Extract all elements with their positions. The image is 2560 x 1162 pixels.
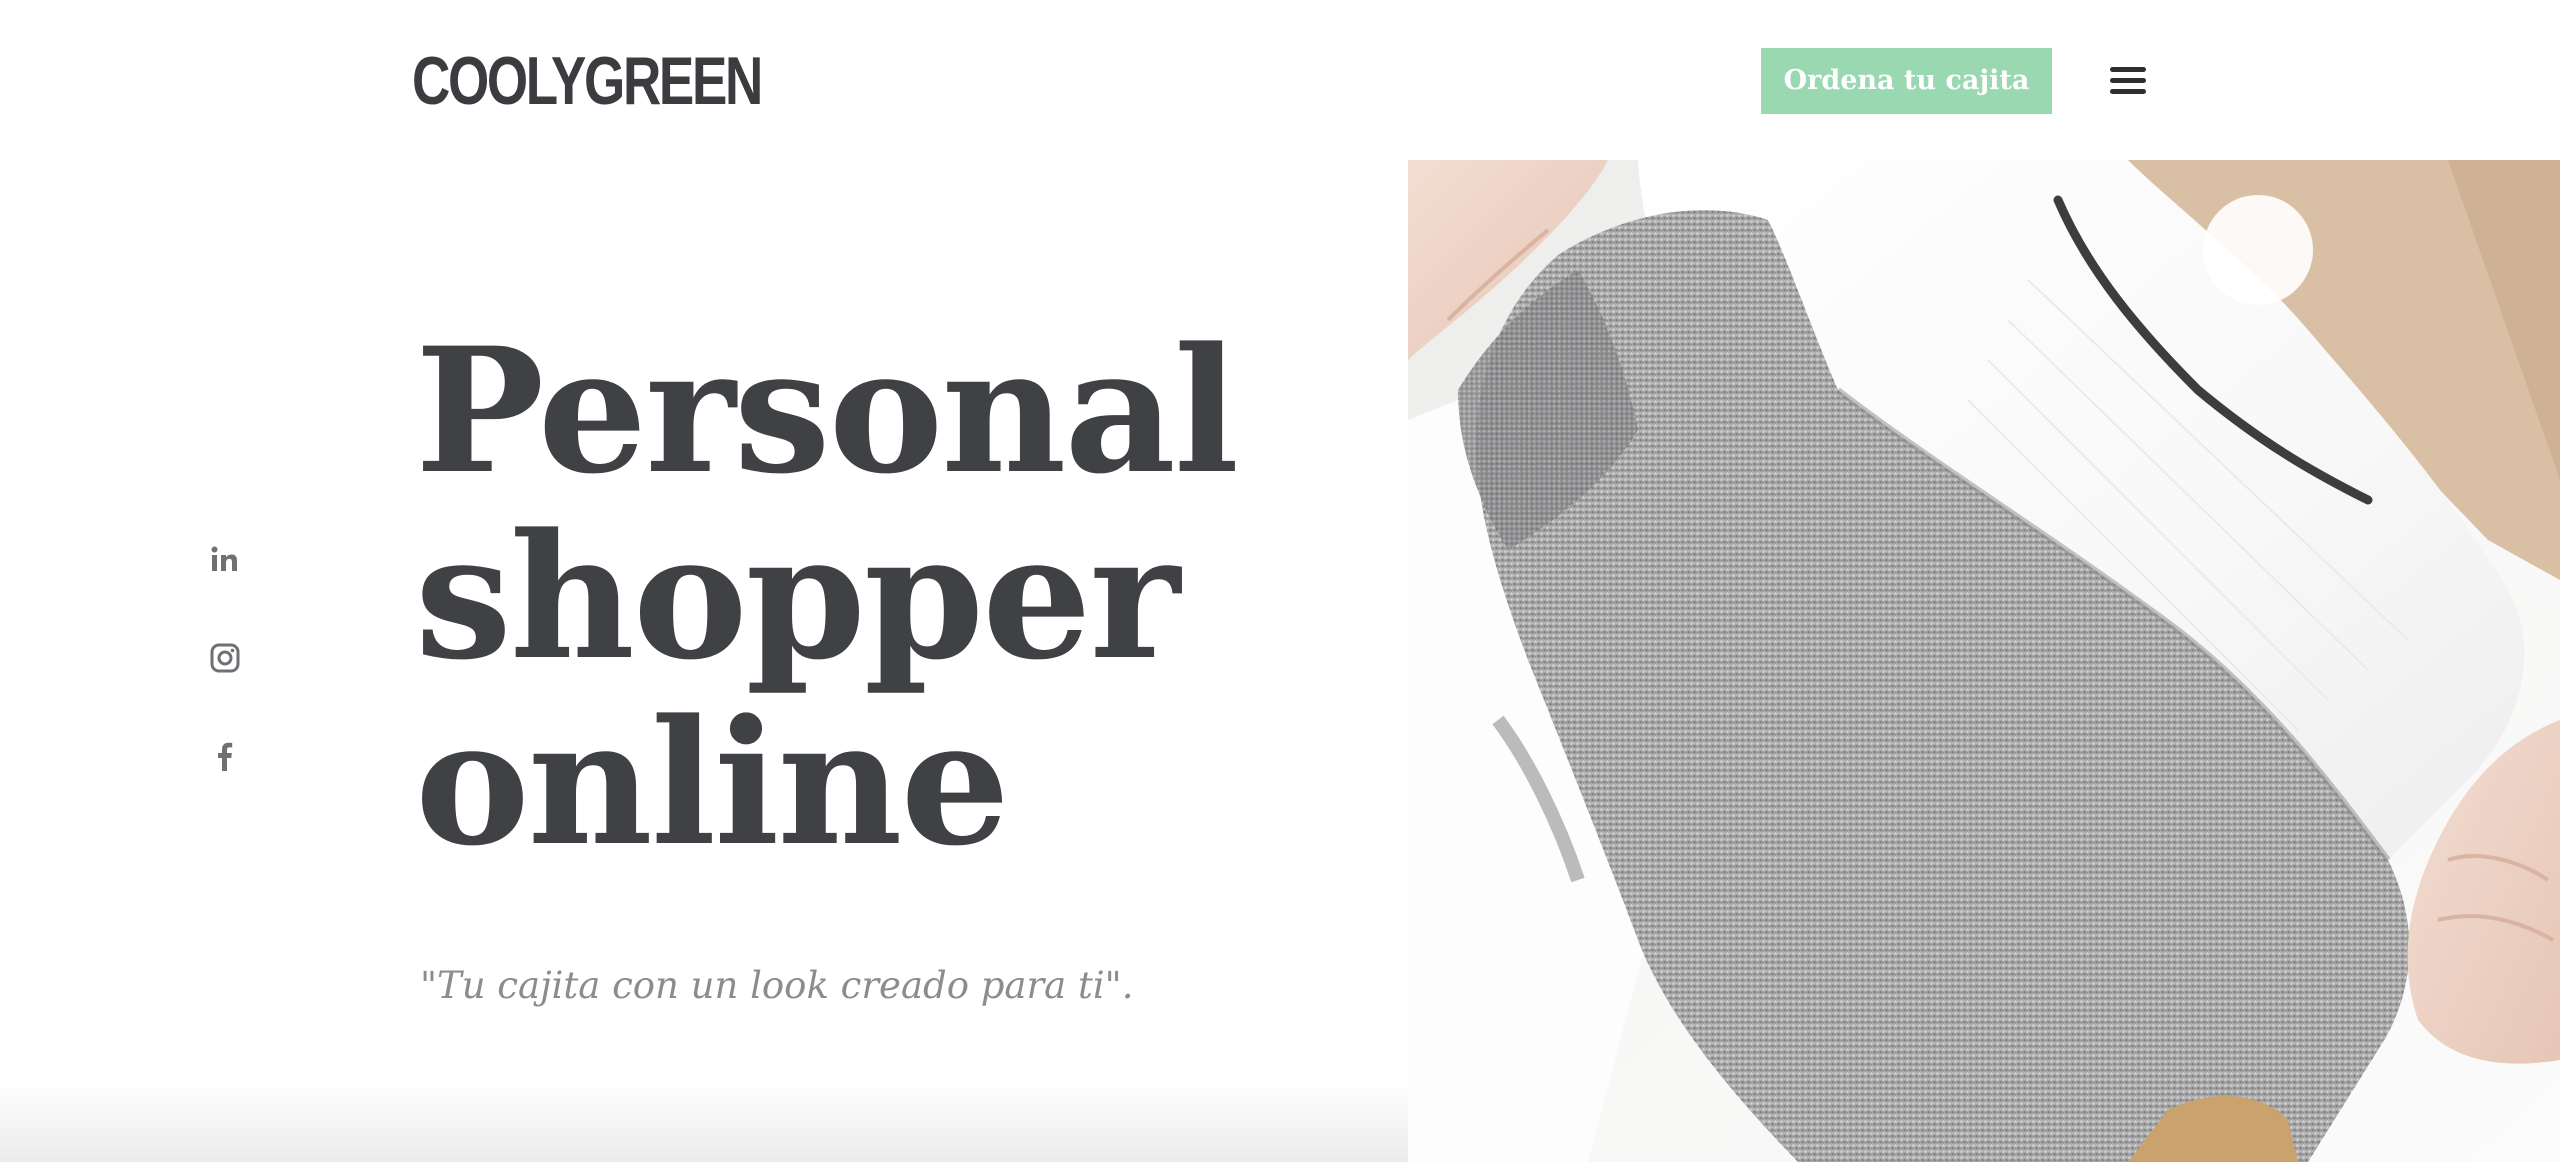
- linkedin-icon[interactable]: [205, 540, 245, 580]
- hero-title-line: Personal: [415, 309, 1239, 512]
- menu-bar: [2110, 67, 2146, 72]
- hero-subtitle: "Tu cajita con un look creado para ti".: [420, 964, 1134, 1007]
- hero-image: [1408, 160, 2560, 1162]
- instagram-icon[interactable]: [205, 638, 245, 678]
- site-header: COOLYGREEN Ordena tu cajita: [0, 0, 2560, 160]
- menu-bar: [2110, 78, 2146, 83]
- hamburger-menu-icon[interactable]: [2108, 64, 2148, 98]
- sweater-photo: [1408, 160, 2560, 1162]
- hero-title: Personal shopper online: [415, 309, 1239, 884]
- section-bottom-shadow: [0, 1080, 1408, 1162]
- hero-title-line: online: [415, 681, 1010, 884]
- order-box-button[interactable]: Ordena tu cajita: [1761, 48, 2052, 114]
- menu-bar: [2110, 89, 2146, 94]
- hero-title-line: shopper: [415, 495, 1180, 698]
- facebook-icon[interactable]: [205, 736, 245, 776]
- brand-logo[interactable]: COOLYGREEN: [412, 46, 763, 116]
